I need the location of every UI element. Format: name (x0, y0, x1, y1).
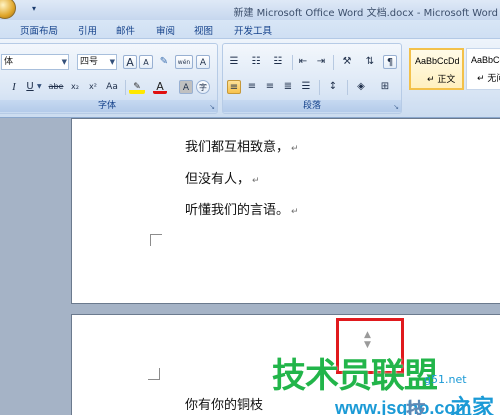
decrease-indent-icon[interactable]: ⇤ (296, 55, 310, 69)
tab-developer[interactable]: 开发工具 (234, 23, 272, 37)
chinese-layout-icon[interactable]: ⚒ (337, 55, 357, 69)
separator (319, 80, 320, 95)
watermark-logo: 技术员联盟 (272, 356, 438, 396)
watermark-side-text: g51.net (424, 373, 467, 386)
tab-mailings[interactable]: 邮件 (116, 23, 135, 37)
align-right-icon[interactable]: ≡ (263, 80, 277, 94)
distributed-icon[interactable]: ☰ (299, 80, 313, 94)
line-text: 听懂我们的言语。 (185, 203, 290, 218)
ribbon: 体 ▼ 四号 ▼ A A ✎ wén A I U ▼ abe x₂ x² Aa … (0, 38, 500, 118)
enclose-chars-button[interactable]: 字 (196, 80, 210, 94)
separator (347, 80, 348, 95)
char-border-button[interactable]: A (196, 55, 210, 69)
line-text: 你有你的铜枝 (185, 398, 264, 413)
shrink-font-button[interactable]: A (139, 55, 153, 69)
hide-whitespace-arrows-icon[interactable]: ▲ ▼ (364, 330, 371, 350)
superscript-button[interactable]: x² (85, 80, 101, 94)
align-left-icon[interactable]: ≡ (227, 80, 241, 94)
separator (125, 80, 126, 95)
watermark-jiu: 技 (406, 398, 426, 415)
font-size-value: 四号 (80, 57, 99, 67)
grow-font-button[interactable]: A (123, 55, 137, 69)
watermark-home: 之家 (450, 396, 495, 415)
numbering-icon[interactable]: ☷ (249, 55, 263, 69)
sort-icon[interactable]: ⇅ (363, 55, 377, 69)
chevron-down-icon[interactable]: ▼ (62, 55, 67, 69)
style-no-spacing-sample: AaBbCcI (471, 55, 500, 65)
font-name-value: 体 (4, 57, 14, 67)
paragraph-mark: ↵ (252, 176, 260, 186)
text-line[interactable]: 我们都互相致意， ↵ (185, 136, 299, 155)
tab-view[interactable]: 视图 (194, 23, 213, 37)
tab-review[interactable]: 审阅 (156, 23, 175, 37)
paragraph-mark: ↵ (291, 144, 299, 154)
text-line[interactable]: 但没有人， ↵ (185, 168, 260, 187)
dialog-launcher-icon[interactable]: ↘ (393, 103, 399, 111)
word-window: ▾ 新建 Microsoft Office Word 文档.docx - Mic… (0, 0, 500, 415)
title-bar: ▾ 新建 Microsoft Office Word 文档.docx - Mic… (0, 0, 500, 20)
style-normal[interactable]: AaBbCcDd ↵ 正文 (409, 48, 464, 90)
multilevel-list-icon[interactable]: ☳ (271, 55, 285, 69)
text-line[interactable]: 听懂我们的言语。 ↵ (185, 199, 299, 218)
style-no-spacing-name: ↵ 无间 (477, 74, 500, 84)
paragraph-group: ☰ ☷ ☳ ⇤ ⇥ ⚒ ⇅ ¶ ≡ ≡ ≡ ≣ ☰ ↕ ◈ ⊞ 段落 ↘ (222, 43, 402, 114)
chevron-down-icon[interactable]: ▼ (110, 55, 115, 69)
font-color-button[interactable]: A (153, 80, 167, 94)
crop-mark (148, 368, 160, 380)
underline-button[interactable]: U (23, 80, 37, 94)
line-spacing-icon[interactable]: ↕ (323, 80, 343, 94)
separator (292, 55, 293, 70)
font-size-combo[interactable]: 四号 ▼ (77, 54, 117, 70)
increase-indent-icon[interactable]: ⇥ (314, 55, 328, 69)
show-marks-icon[interactable]: ¶ (383, 55, 397, 69)
style-normal-sample: AaBbCcDd (415, 56, 460, 66)
italic-button[interactable]: I (7, 80, 21, 94)
window-title: 新建 Microsoft Office Word 文档.docx - Micro… (233, 8, 498, 19)
dialog-launcher-icon[interactable]: ↘ (209, 103, 215, 111)
clear-format-icon[interactable]: ✎ (157, 55, 171, 69)
line-text: 我们都互相致意， (185, 140, 290, 155)
justify-icon[interactable]: ≣ (281, 80, 295, 94)
subscript-button[interactable]: x₂ (67, 80, 83, 94)
crop-mark (150, 234, 162, 246)
tab-references[interactable]: 引用 (78, 23, 97, 37)
font-name-combo[interactable]: 体 ▼ (1, 54, 69, 70)
bullets-icon[interactable]: ☰ (227, 55, 241, 69)
highlight-icon[interactable]: ✎ (129, 80, 145, 94)
paragraph-group-label: 段落 (223, 100, 401, 112)
text-line[interactable]: 你有你的铜枝 (185, 394, 263, 413)
font-group-label: 字体 (0, 100, 217, 112)
separator (333, 55, 334, 70)
strikethrough-button[interactable]: abe (47, 80, 65, 94)
borders-icon[interactable]: ⊞ (375, 80, 395, 94)
change-case-button[interactable]: Aa (103, 80, 121, 94)
font-group: 体 ▼ 四号 ▼ A A ✎ wén A I U ▼ abe x₂ x² Aa … (0, 43, 218, 114)
phonetic-guide-button[interactable]: wén (175, 55, 193, 69)
paragraph-mark: ↵ (291, 207, 299, 217)
style-no-spacing[interactable]: AaBbCcI ↵ 无间 (466, 48, 500, 90)
shading-icon[interactable]: ◈ (351, 80, 371, 94)
char-shading-button[interactable]: A (179, 80, 193, 94)
tab-page-layout[interactable]: 页面布局 (20, 23, 58, 37)
ribbon-tabs: 页面布局 引用 邮件 审阅 视图 开发工具 (0, 20, 500, 38)
align-center-icon[interactable]: ≡ (245, 80, 259, 94)
line-text: 但没有人， (185, 172, 251, 187)
style-normal-name: ↵ 正文 (427, 75, 456, 85)
